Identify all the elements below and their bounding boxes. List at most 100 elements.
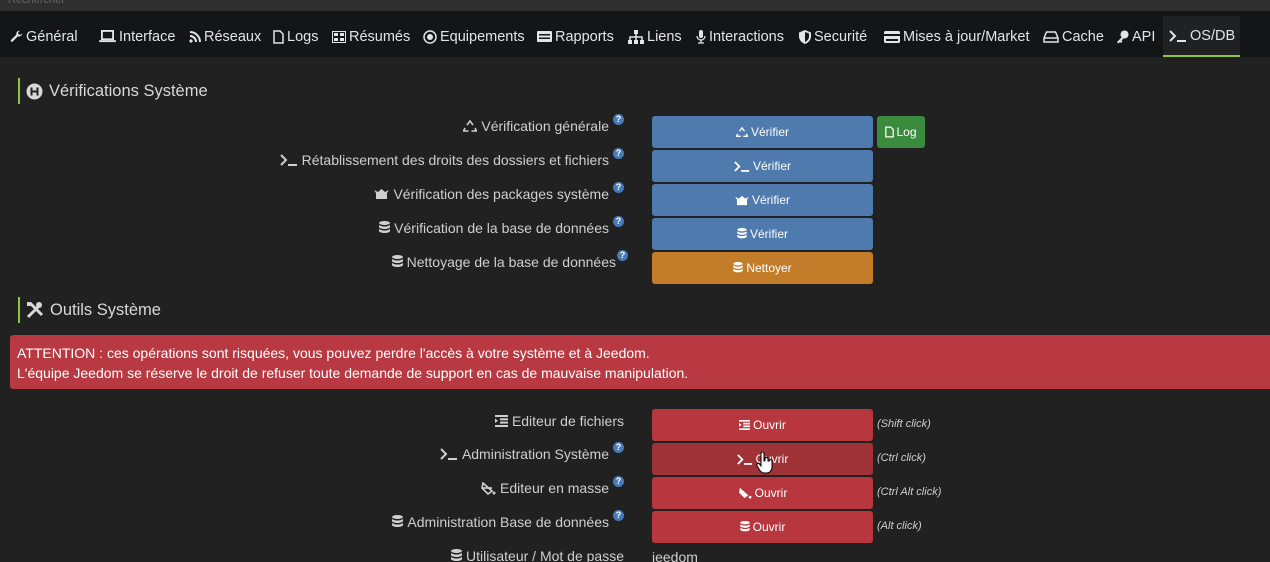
open-db-admin-button[interactable]: Ouvrir: [652, 511, 873, 543]
wrench-icon: [10, 30, 23, 43]
shortcut-hint: (Alt click): [877, 520, 922, 532]
tab-label: Logs: [287, 28, 319, 45]
box-open-icon: [735, 195, 749, 206]
section-title-verifications: Vérifications Système: [18, 78, 208, 104]
button-label: Vérifier: [752, 159, 791, 173]
row-label-text: Utilisateur / Mot de passe: [466, 548, 624, 562]
help-icon[interactable]: ?: [613, 509, 624, 521]
table-icon: [332, 30, 346, 43]
database-icon: [733, 262, 744, 274]
row-label-text: Vérification de la base de données: [394, 220, 609, 236]
tab-label: OS/DB: [1190, 27, 1236, 44]
terminal-icon: [279, 154, 298, 166]
row-label-text: Editeur en masse: [500, 480, 609, 496]
terminal-icon: [734, 160, 750, 172]
tab-logs[interactable]: Logs: [273, 16, 318, 57]
tab-equipements[interactable]: Equipements: [423, 16, 525, 57]
help-icon[interactable]: ?: [613, 147, 624, 159]
help-icon[interactable]: ?: [617, 249, 628, 261]
section-title-outils: Outils Système: [18, 297, 161, 323]
verify-general-button[interactable]: Vérifier: [652, 116, 873, 148]
help-icon[interactable]: ?: [613, 113, 624, 125]
database-icon: [737, 228, 747, 240]
tab-securite[interactable]: Securité: [799, 16, 867, 57]
open-mass-editor-button[interactable]: Ouvrir: [652, 477, 873, 509]
report-icon: [537, 31, 552, 42]
verify-rights-button[interactable]: Vérifier: [652, 150, 873, 182]
fill-drip-icon: [738, 487, 752, 499]
terminal-icon: [1169, 29, 1187, 42]
tab-rapports[interactable]: Rapports: [537, 16, 614, 57]
help-icon[interactable]: ?: [613, 181, 624, 193]
tab-liens[interactable]: Liens: [628, 16, 682, 57]
alert-line: L'équipe Jeedom se réserve le droit de r…: [17, 365, 689, 381]
hdd-icon: [1043, 30, 1059, 43]
search-ghost-text: Rechercher: [8, 0, 65, 6]
tools-icon: [26, 301, 44, 319]
file-icon: [273, 29, 284, 44]
tab-cache[interactable]: Cache: [1043, 16, 1104, 57]
clean-database-button[interactable]: Nettoyer: [652, 252, 873, 284]
h-circle-icon: [26, 83, 43, 100]
help-icon[interactable]: ?: [613, 215, 624, 227]
tab-label: Résumés: [349, 28, 411, 45]
microphone-icon: [696, 29, 706, 44]
button-label: Nettoyer: [746, 261, 792, 275]
button-label: Vérifier: [750, 125, 789, 139]
tab-interactions[interactable]: Interactions: [696, 16, 784, 57]
box-open-icon: [374, 188, 390, 200]
row-label-text: Editeur de fichiers: [511, 413, 624, 429]
button-label: Ouvrir: [754, 486, 788, 500]
shield-icon: [799, 29, 811, 44]
equipment-icon: [423, 29, 437, 44]
row-label-text: Vérification des packages système: [393, 186, 609, 202]
tab-os-db[interactable]: OS/DB: [1163, 16, 1240, 57]
tab-label: Interactions: [709, 28, 784, 45]
row-label-text: Administration Système: [461, 446, 609, 462]
recycle-icon: [735, 126, 748, 138]
row-label-packages: Vérification des packages système ?: [374, 181, 624, 202]
top-bar: Rechercher: [0, 0, 1270, 11]
file-icon: [885, 126, 895, 138]
row-label-text: Rétablissement des droits des dossiers e…: [301, 152, 609, 168]
tab-resumes[interactable]: Résumés: [332, 16, 410, 57]
tab-label: Securité: [814, 28, 868, 45]
row-label-verif-bdd: Vérification de la base de données ?: [379, 215, 624, 236]
open-file-editor-button[interactable]: Ouvrir: [652, 409, 873, 441]
button-label: Ouvrir: [752, 520, 786, 534]
button-label: Vérifier: [751, 193, 790, 207]
shortcut-hint: (Shift click): [877, 418, 931, 430]
tab-mises-a-jour[interactable]: Mises à jour/Market: [884, 16, 1030, 57]
tab-label: Général: [26, 28, 78, 45]
database-icon: [392, 515, 404, 529]
indent-icon: [494, 415, 508, 427]
indent-icon: [739, 420, 751, 430]
tab-reseaux[interactable]: Réseaux: [189, 16, 261, 57]
tab-label: Cache: [1062, 28, 1104, 45]
warning-alert: ATTENTION : ces opérations sont risquées…: [10, 335, 1270, 389]
config-tabs: Général Interface Réseaux Logs Résumés E…: [0, 11, 1270, 57]
rss-icon: [189, 30, 201, 43]
recycle-icon: [463, 119, 478, 133]
tab-label: Interface: [119, 28, 176, 45]
tab-interface[interactable]: Interface: [99, 16, 175, 57]
credit-card-icon: [884, 30, 900, 43]
row-label-droits: Rétablissement des droits des dossiers e…: [279, 147, 624, 168]
database-icon: [391, 255, 403, 269]
row-label-text: Administration Base de données: [407, 514, 609, 530]
tab-general[interactable]: Général: [10, 16, 78, 57]
alert-line: ATTENTION : ces opérations sont risquées…: [17, 345, 650, 361]
tab-label: API: [1132, 28, 1156, 45]
help-icon[interactable]: ?: [613, 441, 624, 453]
verify-database-button[interactable]: Vérifier: [652, 218, 873, 250]
help-icon[interactable]: ?: [613, 475, 624, 487]
tab-label: Liens: [647, 28, 682, 45]
key-icon: [1116, 30, 1129, 44]
fill-drip-icon: [481, 481, 496, 495]
verify-packages-button[interactable]: Vérifier: [652, 184, 873, 216]
log-button[interactable]: Log: [877, 116, 925, 148]
tab-api[interactable]: API: [1116, 16, 1155, 57]
button-label: Vérifier: [749, 227, 788, 241]
hand-cursor-icon: [756, 451, 774, 479]
database-icon: [739, 521, 750, 533]
